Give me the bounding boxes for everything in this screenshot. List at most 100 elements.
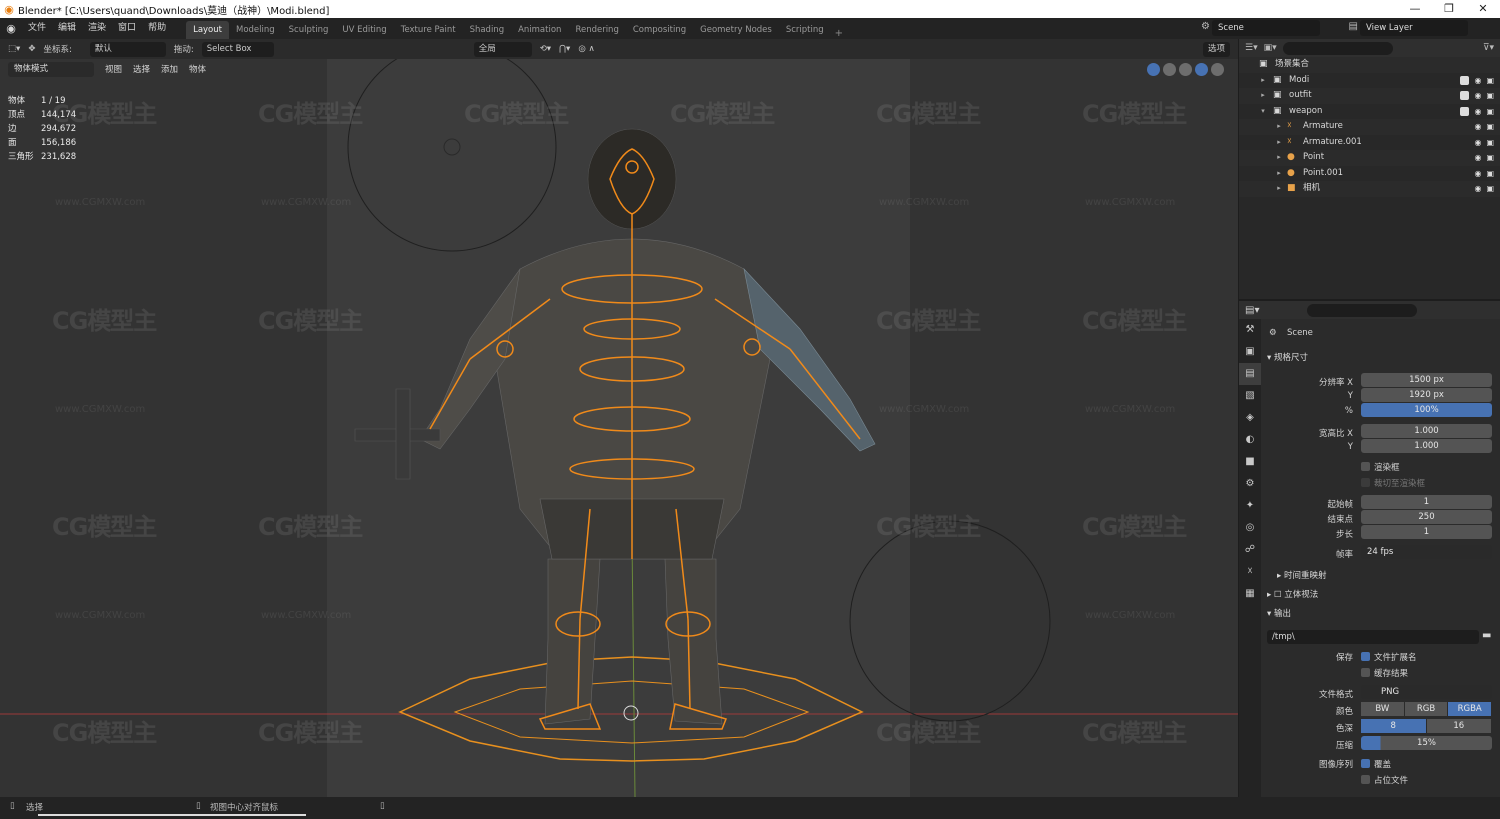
resolution-percent-field[interactable]: 100% [1361,403,1492,417]
expand-icon[interactable]: ▸ [1275,119,1283,135]
tab-modeling[interactable]: Modeling [229,21,282,39]
proportional-edit-icon[interactable]: ◎ ∧ [578,44,594,54]
modifier-tab-icon[interactable]: ⚙ [1239,473,1261,495]
aspect-y-field[interactable]: 1.000 [1361,439,1492,453]
tab-scripting[interactable]: Scripting [779,21,831,39]
color-depth-8[interactable]: 8 [1361,719,1426,733]
world-tab-icon[interactable]: ◐ [1239,429,1261,451]
resolution-y-field[interactable]: 1920 px [1361,388,1492,402]
menu-view[interactable]: 视图 [105,63,122,75]
outliner-editor-icon[interactable]: ☰▾ [1245,43,1258,53]
snap-icon[interactable]: ⟲▾ [540,44,551,54]
camera-render-icon[interactable]: ▣ [1486,73,1494,89]
file-extension-checkbox[interactable] [1361,652,1370,661]
outliner-row-point[interactable]: ▸ ● Point ◉ ▣ [1239,150,1500,166]
outliner-row-point-001[interactable]: ▸ ● Point.001 ◉ ▣ [1239,166,1500,182]
color-mode-rgba[interactable]: RGBA [1448,702,1492,716]
view-layer-icon[interactable]: ▤ [1349,21,1358,32]
particles-tab-icon[interactable]: ✦ [1239,495,1261,517]
tool-tab-icon[interactable]: ⚒ [1239,319,1261,341]
magnet-icon[interactable]: ⋂▾ [559,44,570,54]
tab-rendering[interactable]: Rendering [568,21,625,39]
menu-render[interactable]: 渲染 [82,18,112,39]
scene-icon[interactable]: ⚙ [1201,21,1210,32]
drag-select-dropdown[interactable]: Select Box [201,41,274,57]
frame-end-field[interactable]: 250 [1361,510,1492,524]
include-checkbox[interactable] [1460,75,1470,85]
eye-icon[interactable]: ◉ [1474,119,1481,135]
tab-layout[interactable]: Layout [186,21,229,39]
properties-search-input[interactable] [1307,303,1418,317]
render-tab-icon[interactable]: ▣ [1239,341,1261,363]
minimize-button[interactable]: — [1398,0,1432,18]
placeholders-checkbox[interactable] [1361,775,1370,784]
filter-icon[interactable]: ⊽▾ [1483,43,1494,53]
output-section-header[interactable]: ▾ 输出 [1267,606,1496,622]
overlay-toggle-icon[interactable] [1147,63,1160,76]
file-format-dropdown[interactable]: PNG [1361,685,1492,699]
eye-icon[interactable]: ◉ [1474,88,1481,104]
transform-gizmo-icon[interactable]: ✥ [28,44,35,54]
scene-tab-icon[interactable]: ◈ [1239,407,1261,429]
folder-icon[interactable]: ▬ [1482,630,1491,641]
data-tab-icon[interactable]: ☓ [1239,561,1261,583]
menu-object[interactable]: 物体 [189,63,206,75]
add-workspace-button[interactable]: + [831,28,847,39]
output-path-input[interactable]: /tmp\ [1267,630,1479,644]
object-tab-icon[interactable]: ■ [1239,451,1261,473]
tab-sculpting[interactable]: Sculpting [282,21,336,39]
material-shading-icon[interactable] [1195,63,1208,76]
frame-start-field[interactable]: 1 [1361,495,1492,509]
frame-step-field[interactable]: 1 [1361,525,1492,539]
pivot-dropdown[interactable]: 全局 [473,41,532,57]
eye-icon[interactable]: ◉ [1474,73,1481,89]
outliner-row-scene-collection[interactable]: ▣ 场景集合 [1239,57,1500,73]
maximize-button[interactable]: ❐ [1432,0,1466,18]
rendered-shading-icon[interactable] [1211,63,1224,76]
format-section-header[interactable]: ▾ 规格尺寸 [1267,350,1496,366]
eye-icon[interactable]: ◉ [1474,104,1481,120]
tab-compositing[interactable]: Compositing [626,21,693,39]
camera-render-icon[interactable]: ▣ [1486,150,1494,166]
aspect-x-field[interactable]: 1.000 [1361,424,1492,438]
expand-icon[interactable]: ▸ [1259,88,1267,104]
crop-region-checkbox[interactable] [1361,478,1370,487]
expand-icon[interactable]: ▸ [1275,135,1283,151]
resolution-x-field[interactable]: 1500 px [1361,373,1492,387]
compression-slider[interactable]: 15% [1361,736,1492,750]
outliner-search-input[interactable] [1282,41,1393,55]
cache-result-checkbox[interactable] [1361,668,1370,677]
tab-texture-paint[interactable]: Texture Paint [394,21,463,39]
include-checkbox[interactable] [1460,106,1470,116]
outliner-row-armature-001[interactable]: ▸ ☓ Armature.001 ◉ ▣ [1239,135,1500,151]
tab-geometry-nodes[interactable]: Geometry Nodes [693,21,779,39]
scene-selector[interactable]: Scene [1212,20,1320,36]
coord-system-dropdown[interactable]: 默认 [89,41,166,57]
overwrite-checkbox[interactable] [1361,759,1370,768]
eye-icon[interactable]: ◉ [1474,135,1481,151]
expand-icon[interactable]: ▸ [1275,166,1283,182]
texture-tab-icon[interactable]: ▦ [1239,583,1261,605]
3d-viewport[interactable]: CG模型主 CG模型主 CG模型主 CG模型主 CG模型主 CG模型主 CG模型… [0,39,1238,797]
stereo-section[interactable]: ▸ ☐ 立体视法 [1267,587,1496,603]
tab-shading[interactable]: Shading [463,21,512,39]
wireframe-shading-icon[interactable] [1163,63,1176,76]
camera-render-icon[interactable]: ▣ [1486,104,1494,120]
blender-menu-icon[interactable]: ◉ [0,22,22,35]
menu-file[interactable]: 文件 [22,18,52,39]
menu-help[interactable]: 帮助 [142,18,172,39]
color-mode-rgb[interactable]: RGB [1404,702,1448,716]
output-tab-icon[interactable]: ▤ [1239,363,1261,385]
collapse-icon[interactable]: ▾ [1259,104,1267,120]
outliner-row-weapon[interactable]: ▾ ▣ weapon ◉ ▣ [1239,104,1500,120]
constraints-tab-icon[interactable]: ☍ [1239,539,1261,561]
camera-render-icon[interactable]: ▣ [1486,181,1494,197]
expand-icon[interactable]: ▸ [1259,73,1267,89]
outliner-row-modi[interactable]: ▸ ▣ Modi ◉ ▣ [1239,73,1500,89]
properties-editor-icon[interactable]: ▤▾ [1245,305,1259,316]
eye-icon[interactable]: ◉ [1474,181,1481,197]
menu-edit[interactable]: 编辑 [52,18,82,39]
time-remap-section[interactable]: ▸ 时间重映射 [1277,568,1500,584]
display-mode-icon[interactable]: ▣▾ [1264,43,1277,53]
options-dropdown[interactable]: 选项 [1202,41,1230,57]
